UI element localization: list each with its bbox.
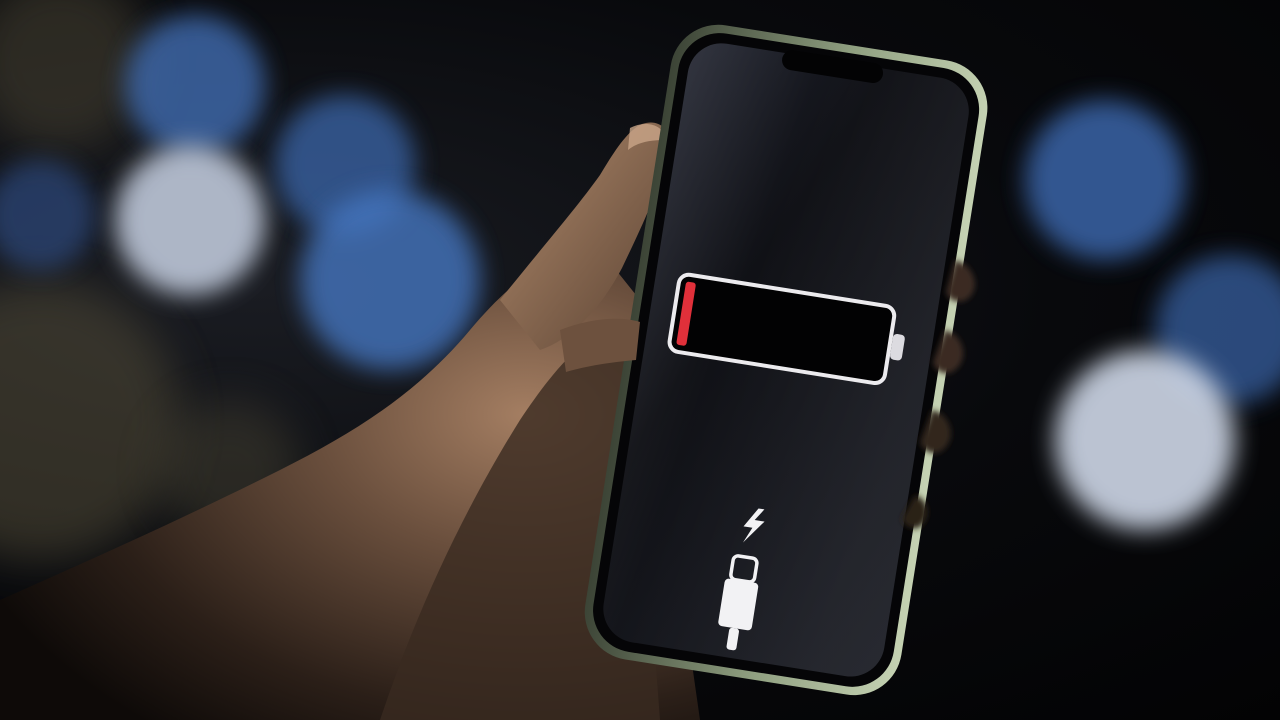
bokeh-blue-1 — [125, 15, 265, 155]
photo-illustration — [0, 0, 1280, 720]
bokeh-white-1 — [115, 145, 265, 295]
bokeh-warm-left — [0, 280, 180, 560]
smartphone — [584, 24, 988, 696]
bokeh-white-right — [1055, 350, 1235, 530]
bokeh-blue-4 — [0, 160, 95, 270]
bokeh-blue-3 — [300, 190, 480, 370]
bokeh-blue-right-1 — [1025, 100, 1185, 260]
photo-scene — [0, 0, 1280, 720]
